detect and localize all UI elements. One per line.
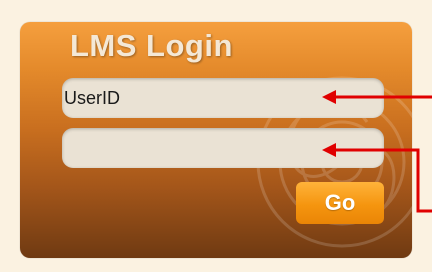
login-title: LMS Login <box>70 28 233 63</box>
login-panel: LMS Login Go <box>20 22 412 258</box>
page: LMS Login Go <box>0 0 432 272</box>
go-button[interactable]: Go <box>296 182 384 224</box>
userid-input[interactable] <box>62 78 384 118</box>
password-input[interactable] <box>62 128 384 168</box>
